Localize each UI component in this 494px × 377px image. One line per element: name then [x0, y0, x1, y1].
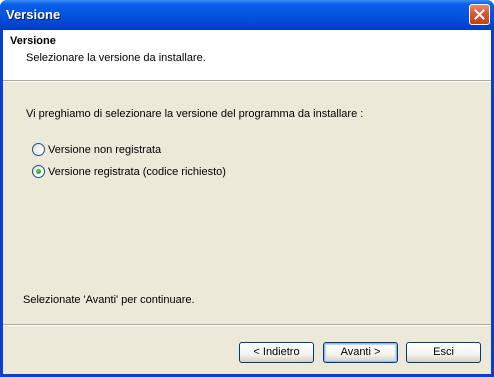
header-subtitle: Selezionare la versione da installare.: [26, 52, 206, 64]
option-registered-label: Versione registrata (codice richiesto): [48, 165, 226, 178]
option-unregistered[interactable]: Versione non registrata: [32, 143, 161, 156]
installer-window: Versione Versione Selezionare la version…: [0, 0, 494, 377]
dialog-body: Versione Selezionare la versione da inst…: [3, 30, 491, 374]
title-bar[interactable]: Versione: [0, 0, 494, 30]
back-button[interactable]: < Indietro: [239, 342, 314, 363]
header-divider: [3, 81, 491, 82]
exit-button[interactable]: Esci: [406, 342, 481, 363]
footer-divider-highlight: [3, 325, 491, 326]
continue-note: Selezionate 'Avanti' per continuare.: [23, 294, 195, 306]
close-button[interactable]: [469, 4, 490, 25]
header-panel: Versione Selezionare la versione da inst…: [3, 30, 491, 81]
option-unregistered-label: Versione non registrata: [48, 143, 162, 156]
window-title: Versione: [6, 7, 61, 22]
radio-registered[interactable]: [32, 165, 45, 178]
next-button[interactable]: Avanti >: [323, 342, 398, 363]
header-title: Versione: [10, 35, 56, 47]
radio-unregistered[interactable]: [32, 143, 45, 156]
option-registered[interactable]: Versione registrata (codice richiesto): [32, 165, 226, 178]
instruction-text: Vi preghiamo di selezionare la versione …: [26, 108, 364, 120]
